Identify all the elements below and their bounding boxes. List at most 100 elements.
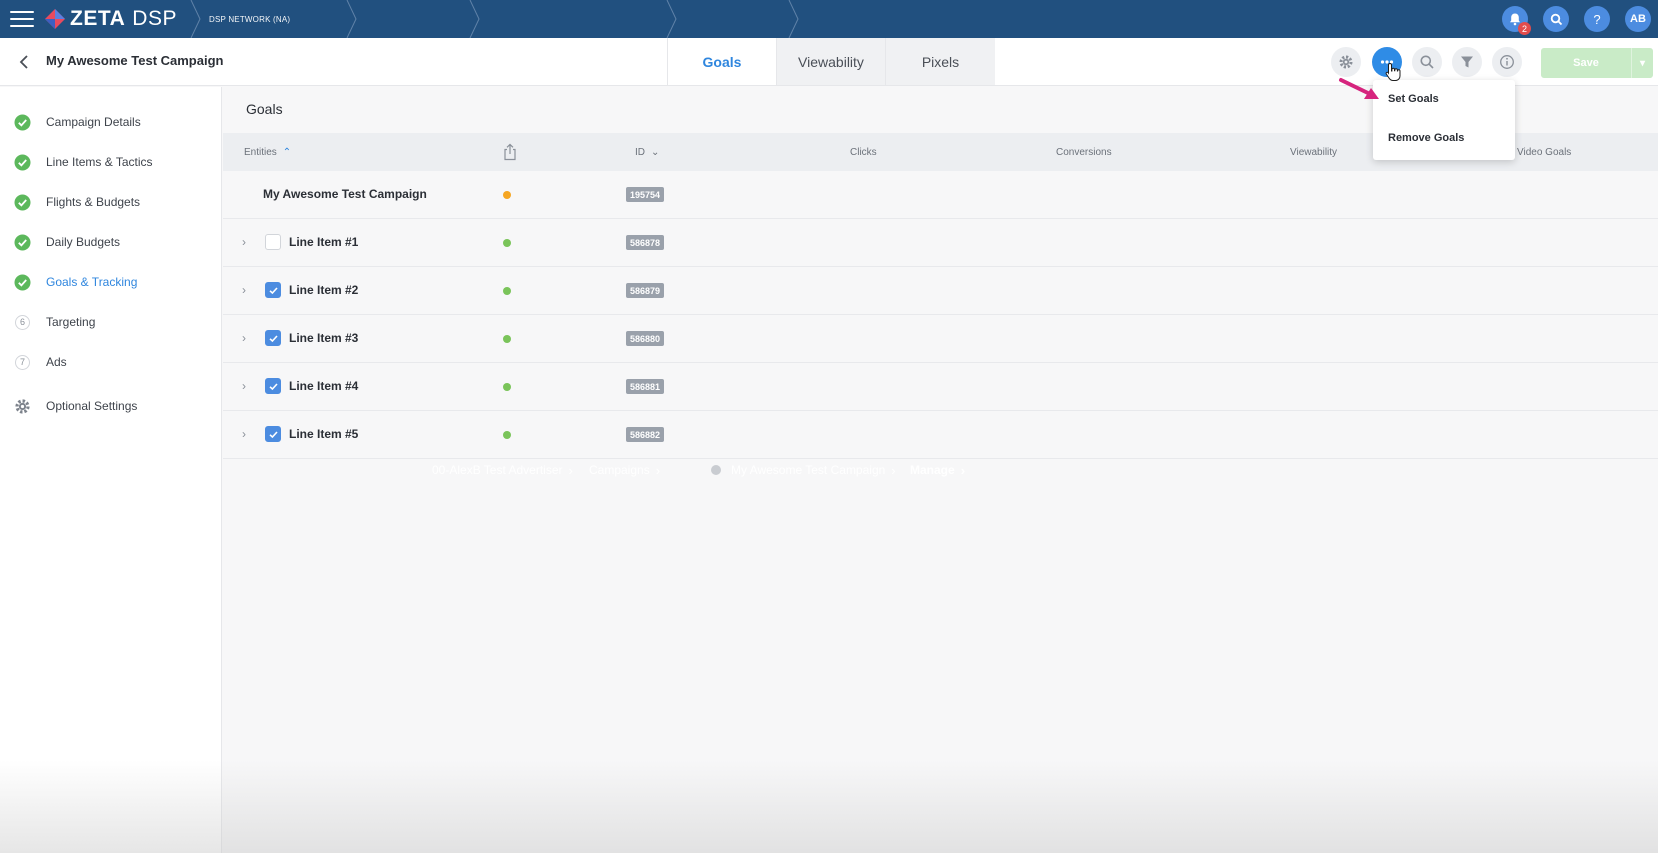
breadcrumb-separator [666,0,678,38]
filter-button[interactable] [1452,47,1482,77]
sidebar-item-ads[interactable]: 7 Ads [0,348,222,376]
sidebar-item-daily-budgets[interactable]: Daily Budgets [0,228,222,256]
id-badge: 586878 [626,235,665,250]
help-button[interactable]: ? [1584,6,1610,32]
row-name: Line Item #2 [289,283,359,297]
pointer-arrow-icon [1338,76,1382,102]
status-dot [503,383,511,391]
table-row[interactable]: › Line Item #3 586880 [223,315,1658,363]
id-badge: 586881 [626,379,665,394]
menu-item-remove-goals[interactable]: Remove Goals [1388,132,1464,144]
check-circle-icon [14,234,31,251]
sidebar-item-goals-tracking[interactable]: Goals & Tracking [0,268,222,296]
chevron-down-icon[interactable]: ▾ [1631,48,1653,78]
tab-pixels[interactable]: Pixels [885,38,995,85]
menu-icon[interactable] [10,11,34,28]
status-dot [503,287,511,295]
user-avatar[interactable]: AB [1625,6,1651,32]
search-icon [1550,13,1562,25]
search-button[interactable] [1412,47,1442,77]
id-badge: 586879 [626,283,665,298]
tab-goals[interactable]: Goals [667,38,776,85]
check-icon [268,286,278,294]
settings-button[interactable] [1331,47,1361,77]
chevron-right-icon[interactable]: › [242,331,254,347]
row-checkbox[interactable] [265,234,281,250]
sidebar-item-targeting[interactable]: 6 Targeting [0,308,222,336]
row-checkbox[interactable] [265,378,281,394]
back-button[interactable] [14,52,34,72]
avatar-initials: AB [1630,13,1646,25]
export-button[interactable] [502,133,518,171]
chevron-right-icon[interactable]: › [242,235,254,251]
column-label: ID [635,146,645,158]
table-row[interactable]: › Line Item #5 586882 [223,411,1658,459]
row-checkbox[interactable] [265,330,281,346]
step-number: 7 [15,354,30,370]
sidebar-item-label: Ads [46,355,67,369]
breadcrumb-advertiser[interactable]: DSP NETWORK (NA) 00-AlexB Test Advertise… [209,0,573,478]
tab-bar: Goals Viewability Pixels [667,38,995,85]
sort-up-icon: ⌃ [282,146,292,158]
sidebar-item-label: Campaign Details [46,115,141,129]
breadcrumb-separator [190,0,202,38]
save-button[interactable]: Save ▾ [1541,48,1653,78]
info-icon [1500,55,1514,69]
column-header-id[interactable]: ID ⌄ [635,133,659,171]
row-name: Line Item #1 [289,235,359,249]
tab-viewability[interactable]: Viewability [776,38,885,85]
column-header-entities[interactable]: Entities ⌃ [244,133,291,171]
check-circle-icon [14,274,31,291]
row-checkbox[interactable] [265,282,281,298]
gear-icon [1339,55,1353,69]
logo[interactable]: ZETA DSP [44,7,177,31]
table-row[interactable]: › Line Item #2 586879 [223,267,1658,315]
breadcrumb-separator [788,0,800,38]
chevron-right-icon[interactable]: › [242,379,254,395]
sidebar-item-flights-budgets[interactable]: Flights & Budgets [0,188,222,216]
check-icon [268,382,278,390]
notification-badge: 2 [1518,22,1531,35]
gear-icon [14,398,31,415]
menu-item-set-goals[interactable]: Set Goals [1388,93,1439,105]
table-row[interactable]: › Line Item #1 586878 [223,219,1658,267]
table-row-campaign[interactable]: My Awesome Test Campaign 195754 [223,171,1658,219]
column-header-video-goals[interactable]: Video Goals [1517,133,1571,171]
notifications-button[interactable]: 2 [1502,6,1531,35]
sidebar-item-campaign-details[interactable]: Campaign Details [0,108,222,136]
sidebar-item-label: Goals & Tracking [46,275,138,289]
top-nav-bar: ZETA DSP DSP NETWORK (NA) 00-AlexB Test … [0,0,1658,478]
column-header-clicks[interactable]: Clicks [850,133,877,171]
chevron-right-icon[interactable]: › [242,283,254,299]
id-badge: 586882 [626,427,665,442]
status-dot [503,335,511,343]
step-number: 6 [15,314,30,330]
column-label: Clicks [850,146,877,158]
chevron-right-icon[interactable]: › [242,427,254,443]
status-dot [503,431,511,439]
table-row[interactable]: › Line Item #4 586881 [223,363,1658,411]
sidebar-item-optional-settings[interactable]: Optional Settings [0,392,222,420]
network-label: DSP NETWORK (NA) [209,14,291,24]
column-header-conversions[interactable]: Conversions [1056,133,1112,171]
column-header-viewability[interactable]: Viewability [1290,133,1337,171]
row-checkbox[interactable] [265,426,281,442]
breadcrumb-separator [469,0,481,38]
breadcrumb-separator [346,0,358,38]
share-icon [502,143,518,161]
column-label: Conversions [1056,146,1112,158]
sidebar-item-label: Flights & Budgets [46,195,141,209]
status-dot [503,191,511,199]
check-circle-icon [14,154,31,171]
sidebar-item-label: Optional Settings [46,399,138,413]
check-circle-icon [14,114,31,131]
sidebar-item-line-items[interactable]: Line Items & Tactics [0,148,222,176]
info-button[interactable] [1492,47,1522,77]
id-badge: 586880 [626,331,665,346]
page-header: My Awesome Test Campaign Goals Viewabili… [0,38,1658,86]
main-content: Goals Entities ⌃ ID ⌄ Clicks Conversions V… [223,87,1658,853]
global-search-button[interactable] [1543,6,1569,32]
chevron-down-icon: ⌄ [651,146,660,158]
hand-cursor-icon [1385,62,1401,82]
row-name: My Awesome Test Campaign [263,187,427,201]
